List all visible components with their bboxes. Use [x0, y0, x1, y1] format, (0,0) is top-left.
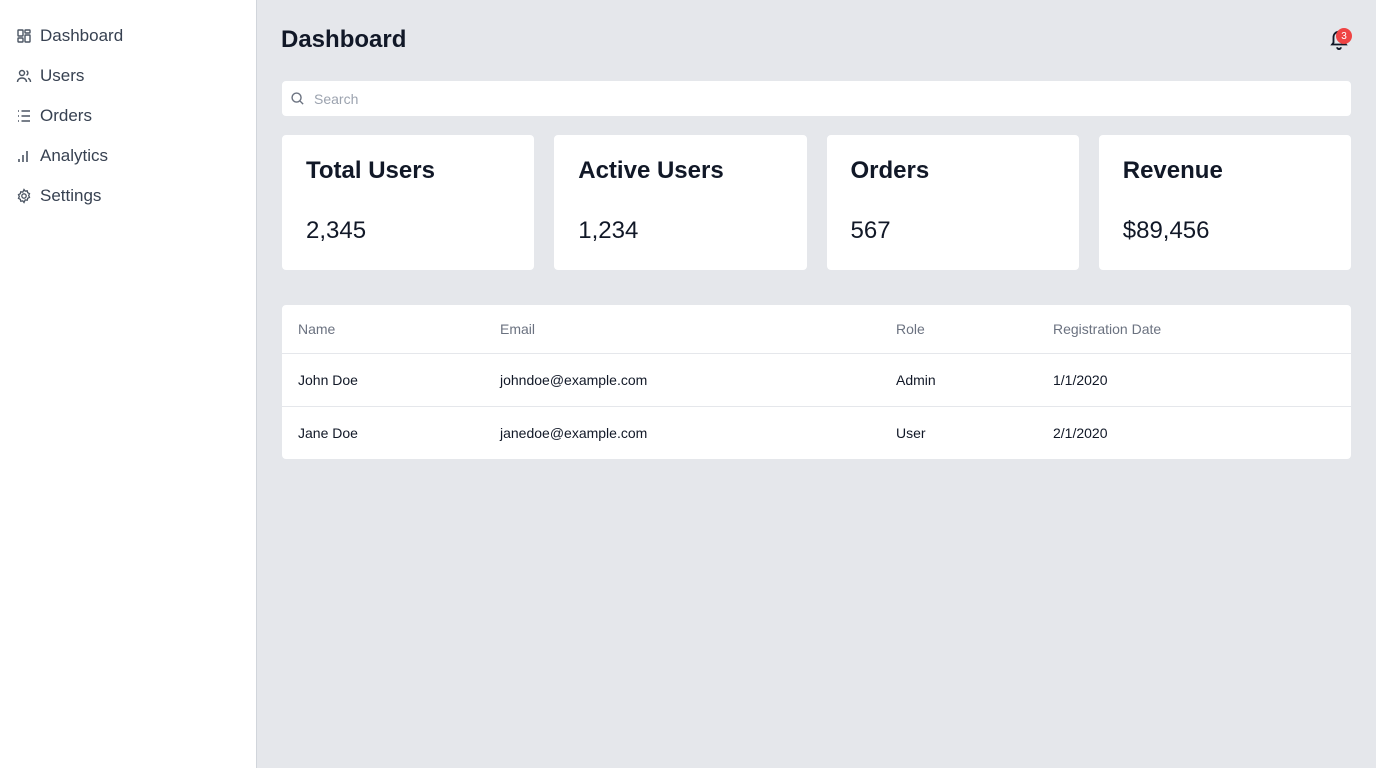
bar-chart-icon	[16, 148, 32, 164]
sidebar-item-label: Users	[40, 66, 85, 85]
users-table-card: Name Email Role Registration Date John D…	[281, 304, 1352, 460]
cell-email: johndoe@example.com	[484, 353, 880, 407]
cell-email: janedoe@example.com	[500, 424, 648, 441]
stat-card-revenue: Revenue $89,456	[1097, 134, 1352, 271]
header: Dashboard 3	[281, 0, 1352, 80]
sidebar-item-orders[interactable]: Orders	[0, 96, 256, 136]
users-table: Name Email Role Registration Date John D…	[282, 305, 1351, 459]
search-bar	[281, 80, 1352, 117]
dashboard-grid-icon	[16, 28, 32, 44]
stat-title: Orders	[850, 157, 930, 184]
stat-value: $89,456	[1122, 217, 1210, 244]
notification-count-badge: 3	[1336, 28, 1352, 44]
stat-card-total-users: Total Users 2,345	[281, 134, 536, 271]
sidebar-item-label: Settings	[40, 186, 102, 205]
cell-registration-date: 2/1/2020	[1053, 424, 1108, 441]
sidebar-item-dashboard[interactable]: Dashboard	[0, 16, 256, 56]
main-content: Dashboard 3 Total Users 2,345 Active Use…	[257, 0, 1376, 768]
sidebar-item-label: Analytics	[40, 146, 109, 165]
column-header-email[interactable]: Email	[484, 305, 880, 354]
search-input[interactable]	[314, 81, 1351, 116]
column-header-role[interactable]: Role	[880, 305, 1037, 354]
notifications-button[interactable]: 3	[1328, 28, 1352, 52]
search-icon	[290, 91, 306, 107]
sidebar-item-label: Orders	[40, 106, 92, 125]
sidebar-item-analytics[interactable]: Analytics	[0, 136, 256, 176]
users-icon	[16, 68, 32, 84]
stat-title: Revenue	[1122, 157, 1223, 184]
sidebar: Dashboard Users Orders Analytics Setting…	[0, 0, 257, 768]
table-row[interactable]: Jane Doe janedoe@example.com User 2/1/20…	[282, 406, 1351, 459]
page-title: Dashboard	[281, 26, 407, 53]
stat-title: Total Users	[306, 157, 435, 184]
stat-value: 567	[850, 217, 891, 244]
stat-title: Active Users	[578, 157, 724, 184]
gear-icon	[16, 188, 32, 204]
sidebar-item-label: Dashboard	[40, 26, 124, 45]
table-header-row: Name Email Role Registration Date	[282, 305, 1351, 354]
cell-name: Jane Doe	[298, 424, 358, 441]
list-icon	[16, 108, 32, 124]
cell-registration-date: 1/1/2020	[1037, 353, 1351, 407]
stats-row: Total Users 2,345 Active Users 1,234 Ord…	[281, 134, 1352, 271]
cell-role: Admin	[880, 353, 1037, 407]
sidebar-item-settings[interactable]: Settings	[0, 176, 256, 216]
cell-name: John Doe	[282, 353, 484, 407]
cell-role: User	[896, 424, 926, 441]
column-header-registration-date[interactable]: Registration Date	[1037, 305, 1351, 354]
sidebar-item-users[interactable]: Users	[0, 56, 256, 96]
stat-value: 1,234	[578, 217, 639, 244]
stat-card-active-users: Active Users 1,234	[553, 134, 808, 271]
table-row[interactable]: John Doe johndoe@example.com Admin 1/1/2…	[282, 353, 1351, 407]
stat-value: 2,345	[306, 217, 367, 244]
column-header-name[interactable]: Name	[282, 305, 484, 354]
stat-card-orders: Orders 567	[825, 134, 1080, 271]
app-root: Dashboard Users Orders Analytics Setting…	[0, 0, 1376, 768]
